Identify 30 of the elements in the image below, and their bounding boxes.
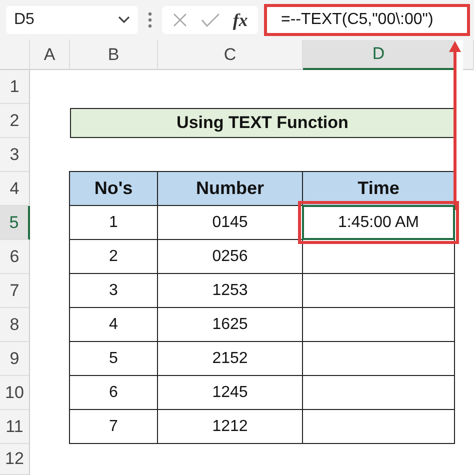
table-title: Using TEXT Function	[70, 108, 455, 138]
column-header[interactable]	[463, 40, 474, 70]
row-header[interactable]: 4	[0, 172, 30, 206]
row-header[interactable]: 6	[0, 240, 30, 274]
select-all-corner[interactable]	[0, 40, 30, 70]
cancel-icon[interactable]	[172, 12, 188, 28]
row-header[interactable]: 2	[0, 104, 30, 138]
row-header[interactable]: 10	[0, 376, 30, 410]
table-cell: 7	[69, 409, 158, 444]
row-header[interactable]: 3	[0, 138, 30, 172]
row-header[interactable]: 9	[0, 342, 30, 376]
row-header[interactable]: 5	[0, 206, 30, 240]
column-heading: No's	[69, 171, 158, 206]
row-header[interactable]: 1	[0, 70, 30, 104]
column-header[interactable]: A	[30, 40, 70, 70]
column-header[interactable]: C	[158, 40, 303, 70]
insert-function-button[interactable]: fx	[232, 10, 248, 30]
row-header[interactable]: 11	[0, 410, 30, 444]
formula-field[interactable]: =--TEXT(C5,"00\:00")	[264, 4, 470, 36]
drag-handle-icon[interactable]	[148, 12, 152, 28]
row-header[interactable]: 8	[0, 308, 30, 342]
cell-reference: D5	[14, 11, 34, 29]
column-header[interactable]: D	[303, 40, 455, 70]
row-header[interactable]: 12	[0, 444, 30, 475]
name-box[interactable]: D5	[6, 6, 138, 34]
row-header[interactable]: 7	[0, 274, 30, 308]
column-header[interactable]: B	[70, 40, 158, 70]
column-heading: Number	[157, 171, 303, 206]
check-icon[interactable]	[200, 12, 220, 28]
chevron-icon	[118, 16, 130, 24]
